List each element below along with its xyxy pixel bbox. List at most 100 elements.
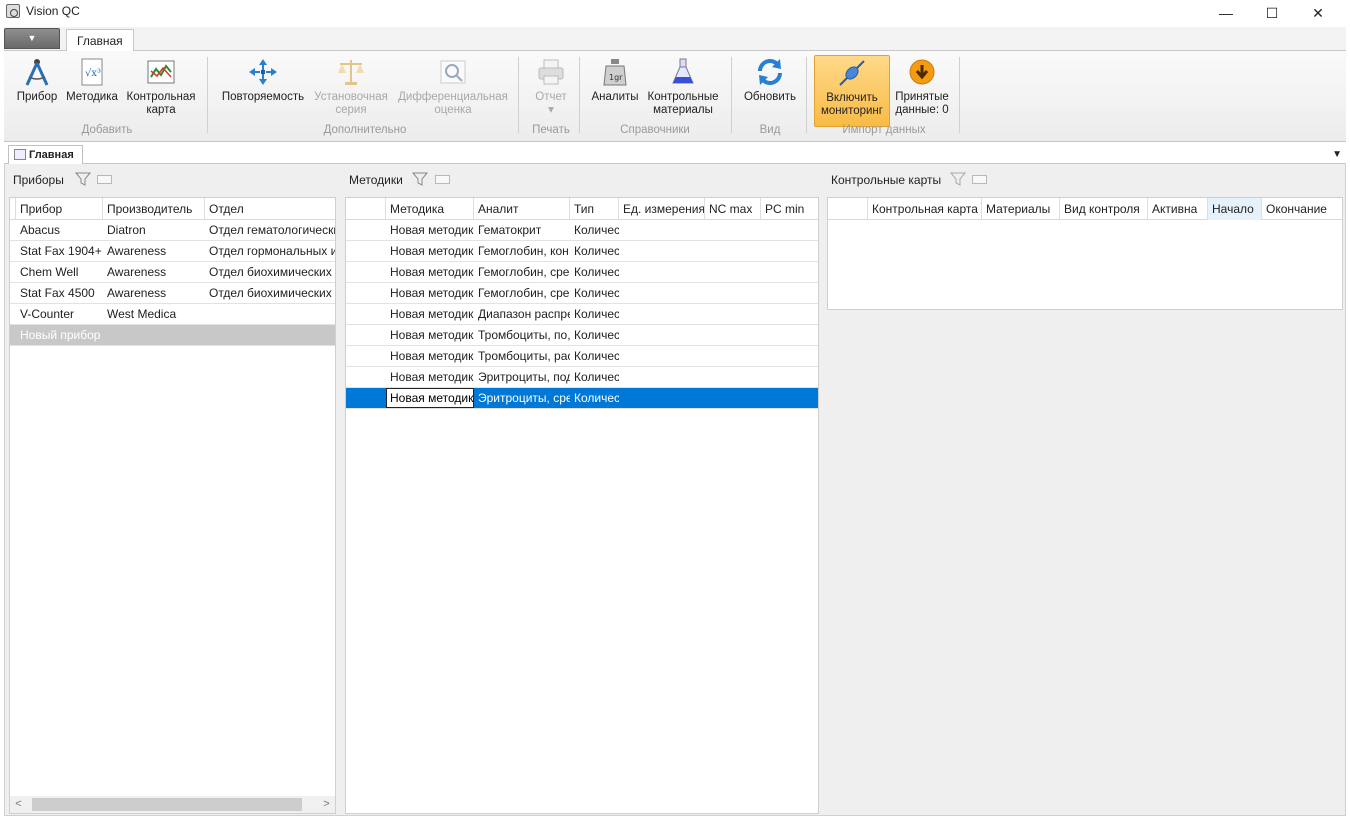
cell-department[interactable]: Отдел биохимических <box>205 283 335 303</box>
scrollbar-thumb[interactable] <box>32 798 302 811</box>
table-row[interactable]: Новая методик Гематокрит Количес <box>346 220 818 241</box>
cell-analyte[interactable]: Тромбоциты, по, <box>474 325 570 345</box>
column-header-control-chart[interactable]: Контрольная карта <box>868 198 982 220</box>
column-header-end[interactable]: Окончание <box>1262 198 1342 220</box>
cell-device[interactable]: Stat Fax 1904+ <box>16 241 103 261</box>
cell-type[interactable]: Количес <box>570 325 619 345</box>
differential-evaluation-button[interactable]: Дифференциальная оценка <box>394 55 512 123</box>
table-row[interactable]: Stat Fax 4500 Awareness Отдел биохимически… <box>10 283 335 304</box>
scroll-right-arrow[interactable]: > <box>318 796 335 813</box>
cell-method[interactable]: Новая методик <box>386 346 474 366</box>
column-header-materials[interactable]: Материалы <box>982 198 1060 220</box>
table-row[interactable]: Новая методик Тромбоциты, по, Количес <box>346 325 818 346</box>
tab-main[interactable]: Главная <box>66 29 134 52</box>
cell-manufacturer[interactable]: Awareness <box>103 262 205 282</box>
maximize-button[interactable]: ☐ <box>1250 2 1294 24</box>
cell-method[interactable]: Новая методик <box>386 367 474 387</box>
cell-device[interactable]: Chem Well <box>16 262 103 282</box>
cell-analyte[interactable]: Гемоглобин, сре <box>474 283 570 303</box>
cell-type[interactable]: Количес <box>570 262 619 282</box>
cell-manufacturer[interactable]: Diatron <box>103 220 205 240</box>
table-row[interactable]: Новая методик Эритроциты, сре Количес <box>346 388 818 409</box>
filter-toggle[interactable] <box>97 175 112 184</box>
devices-horizontal-scrollbar[interactable]: < > <box>10 796 335 813</box>
filter-toggle[interactable] <box>972 175 987 184</box>
add-method-button[interactable]: √x³ Методика <box>64 55 120 123</box>
column-header-device[interactable]: Прибор <box>16 198 103 220</box>
cell-department[interactable] <box>205 304 335 324</box>
column-header-analyte[interactable]: Аналит <box>474 198 570 220</box>
refresh-button[interactable]: Обновить <box>740 55 800 123</box>
cell-method[interactable]: Новая методик <box>386 283 474 303</box>
cell-type[interactable]: Количес <box>570 283 619 303</box>
cell-analyte[interactable]: Гематокрит <box>474 220 570 240</box>
cell-department[interactable]: Отдел биохимических <box>205 262 335 282</box>
cell-analyte[interactable]: Эритроциты, под <box>474 367 570 387</box>
cell-analyte[interactable]: Гемоглобин, сре <box>474 262 570 282</box>
column-header-active[interactable]: Активна <box>1148 198 1208 220</box>
analytes-button[interactable]: 1gr Аналиты <box>588 55 642 123</box>
cell-type[interactable]: Количес <box>570 241 619 261</box>
filter-icon[interactable] <box>950 172 966 186</box>
cell-method[interactable]: Новая методик <box>386 325 474 345</box>
table-row[interactable]: Stat Fax 1904+ Awareness Отдел гормональны… <box>10 241 335 262</box>
filter-icon[interactable] <box>75 172 91 186</box>
repeatability-button[interactable]: Повторяемость <box>218 55 308 123</box>
column-header-method[interactable]: Методика <box>386 198 474 220</box>
cell-analyte[interactable]: Диапазон распре <box>474 304 570 324</box>
cell-device[interactable]: Abacus <box>16 220 103 240</box>
table-row[interactable]: Новая методик Диапазон распре Количес <box>346 304 818 325</box>
table-row[interactable]: Новая методик Гемоглобин, кон Количес <box>346 241 818 262</box>
minimize-button[interactable]: — <box>1204 2 1248 24</box>
table-row[interactable]: Chem Well Awareness Отдел биохимических <box>10 262 335 283</box>
cell-analyte[interactable]: Тромбоциты, рас <box>474 346 570 366</box>
document-tab-main[interactable]: Главная <box>8 145 83 165</box>
cell-method[interactable]: Новая методик <box>386 262 474 282</box>
cell-analyte[interactable]: Гемоглобин, кон <box>474 241 570 261</box>
column-header-nc-max[interactable]: NC max <box>705 198 761 220</box>
column-header-department[interactable]: Отдел <box>205 198 335 220</box>
column-header-pc-min[interactable]: PC min <box>761 198 818 220</box>
scroll-left-arrow[interactable]: < <box>10 796 27 813</box>
cell-method[interactable]: Новая методик <box>386 220 474 240</box>
cell-device[interactable]: V-Counter <box>16 304 103 324</box>
filter-icon[interactable] <box>412 172 428 186</box>
cell-type[interactable]: Количес <box>570 220 619 240</box>
cell-analyte[interactable]: Эритроциты, сре <box>474 388 570 408</box>
new-device-placeholder[interactable]: Новый прибор <box>16 325 216 345</box>
cell-type[interactable]: Количес <box>570 388 619 408</box>
cell-type[interactable]: Количес <box>570 367 619 387</box>
cell-department[interactable]: Отдел гормональных и <box>205 241 335 261</box>
add-device-button[interactable]: Прибор <box>12 55 62 123</box>
column-header-unit[interactable]: Ед. измерения <box>619 198 705 220</box>
cell-manufacturer[interactable]: Awareness <box>103 283 205 303</box>
setup-series-button[interactable]: Установочная серия <box>310 55 392 123</box>
control-materials-button[interactable]: Контрольные материалы <box>644 55 722 123</box>
cell-method[interactable]: Новая методик <box>386 388 474 408</box>
cell-method[interactable]: Новая методик <box>386 241 474 261</box>
cell-type[interactable]: Количес <box>570 304 619 324</box>
app-menu-button[interactable]: ▼ <box>4 28 60 49</box>
enable-monitoring-button[interactable]: Включить мониторинг <box>814 55 890 127</box>
add-control-chart-button[interactable]: Контрольная карта <box>123 55 199 123</box>
table-row[interactable]: Новая методик Гемоглобин, сре Количес <box>346 283 818 304</box>
column-header-manufacturer[interactable]: Производитель <box>103 198 205 220</box>
report-button[interactable]: Отчет ▾ <box>526 55 576 123</box>
table-row[interactable]: Новая методик Эритроциты, под Количес <box>346 367 818 388</box>
cell-manufacturer[interactable]: West Medica <box>103 304 205 324</box>
cell-department[interactable]: Отдел гематологических <box>205 220 335 240</box>
cell-type[interactable]: Количес <box>570 346 619 366</box>
table-row[interactable]: Новая методик Тромбоциты, рас Количес <box>346 346 818 367</box>
column-header-control-type[interactable]: Вид контроля <box>1060 198 1148 220</box>
table-row[interactable]: Новая методик Гемоглобин, сре Количес <box>346 262 818 283</box>
cell-device[interactable]: Stat Fax 4500 <box>16 283 103 303</box>
column-header-type[interactable]: Тип <box>570 198 619 220</box>
cell-manufacturer[interactable]: Awareness <box>103 241 205 261</box>
new-device-row[interactable]: Новый прибор <box>10 325 335 346</box>
received-data-button[interactable]: Принятые данные: 0 <box>892 55 952 123</box>
document-list-dropdown[interactable]: ▼ <box>1332 149 1342 160</box>
table-row[interactable]: V-Counter West Medica <box>10 304 335 325</box>
filter-toggle[interactable] <box>435 175 450 184</box>
column-header-start[interactable]: Начало <box>1208 198 1262 220</box>
table-row[interactable]: Abacus Diatron Отдел гематологических <box>10 220 335 241</box>
